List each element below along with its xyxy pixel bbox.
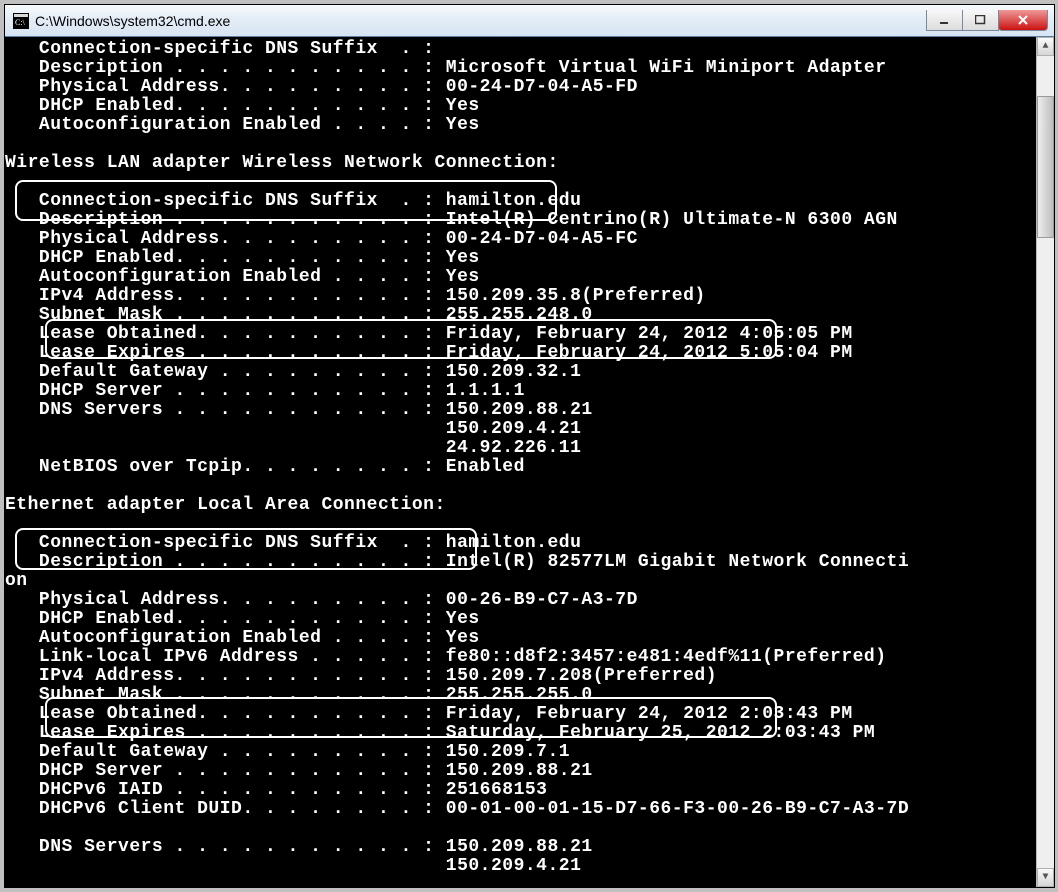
console-line [5,515,1036,534]
console-line: DHCPv6 Client DUID. . . . . . . . : 00-0… [5,800,1036,819]
title-bar[interactable]: C:\ C:\Windows\system32\cmd.exe [5,5,1054,37]
console-line: Connection-specific DNS Suffix . : hamil… [5,534,1036,553]
maximize-button[interactable] [962,10,999,31]
console-line: IPv4 Address. . . . . . . . . . . : 150.… [5,667,1036,686]
chevron-up-icon: ▲ [1042,41,1048,52]
console-line: Description . . . . . . . . . . . : Micr… [5,59,1036,78]
console-line: Subnet Mask . . . . . . . . . . . : 255.… [5,686,1036,705]
window-title: C:\Windows\system32\cmd.exe [35,13,230,29]
console-line: DHCP Enabled. . . . . . . . . . . : Yes [5,249,1036,268]
console-line: Connection-specific DNS Suffix . : [5,40,1036,59]
console-line [5,135,1036,154]
cmd-window: C:\ C:\Windows\system32\cmd.exe Connecti… [4,4,1055,888]
console-line: Lease Obtained. . . . . . . . . . : Frid… [5,705,1036,724]
console-line: Physical Address. . . . . . . . . : 00-2… [5,78,1036,97]
console-line: Wireless LAN adapter Wireless Network Co… [5,154,1036,173]
console-line: Subnet Mask . . . . . . . . . . . : 255.… [5,306,1036,325]
console-line: Lease Obtained. . . . . . . . . . : Frid… [5,325,1036,344]
console-line: NetBIOS over Tcpip. . . . . . . . : Enab… [5,458,1036,477]
console-line: DHCP Enabled. . . . . . . . . . . : Yes [5,610,1036,629]
scroll-thumb[interactable] [1037,96,1054,238]
console-line: DNS Servers . . . . . . . . . . . : 150.… [5,401,1036,420]
console-line: Default Gateway . . . . . . . . . : 150.… [5,743,1036,762]
console-line [5,173,1036,192]
svg-text:C:\: C:\ [15,18,26,27]
console-line: DHCP Server . . . . . . . . . . . : 150.… [5,762,1036,781]
console-line: Physical Address. . . . . . . . . : 00-2… [5,230,1036,249]
console-line: Autoconfiguration Enabled . . . . : Yes [5,116,1036,135]
console-line: Autoconfiguration Enabled . . . . : Yes [5,268,1036,287]
scroll-down-button[interactable]: ▼ [1037,868,1054,887]
minimize-button[interactable] [926,10,963,31]
console-line: Lease Expires . . . . . . . . . . : Frid… [5,344,1036,363]
console-line: 150.209.4.21 [5,857,1036,876]
app-icon: C:\ [13,13,29,29]
console-line: DHCPv6 IAID . . . . . . . . . . . : 2516… [5,781,1036,800]
console-line: on [5,572,1036,591]
console-line: Link-local IPv6 Address . . . . . : fe80… [5,648,1036,667]
console-line: 150.209.4.21 [5,420,1036,439]
console-line: Default Gateway . . . . . . . . . : 150.… [5,363,1036,382]
console-line: Description . . . . . . . . . . . : Inte… [5,553,1036,572]
chevron-down-icon: ▼ [1042,872,1048,883]
console-line: 24.92.226.11 [5,439,1036,458]
console-line: Physical Address. . . . . . . . . : 00-2… [5,591,1036,610]
console-line: DHCP Enabled. . . . . . . . . . . : Yes [5,97,1036,116]
console-line [5,819,1036,838]
console-line: DHCP Server . . . . . . . . . . . : 1.1.… [5,382,1036,401]
console-output[interactable]: Connection-specific DNS Suffix . : Descr… [5,37,1036,887]
console-line: Description . . . . . . . . . . . : Inte… [5,211,1036,230]
scroll-up-button[interactable]: ▲ [1037,37,1054,56]
console-line: Autoconfiguration Enabled . . . . : Yes [5,629,1036,648]
console-line: Lease Expires . . . . . . . . . . : Satu… [5,724,1036,743]
console-line: IPv4 Address. . . . . . . . . . . : 150.… [5,287,1036,306]
console-line: Connection-specific DNS Suffix . : hamil… [5,192,1036,211]
scroll-track[interactable] [1037,56,1054,868]
close-button[interactable] [998,10,1048,31]
console-line: DNS Servers . . . . . . . . . . . : 150.… [5,838,1036,857]
console-line: Ethernet adapter Local Area Connection: [5,496,1036,515]
vertical-scrollbar[interactable]: ▲ ▼ [1036,37,1054,887]
console-line [5,477,1036,496]
client-area: Connection-specific DNS Suffix . : Descr… [5,37,1054,887]
